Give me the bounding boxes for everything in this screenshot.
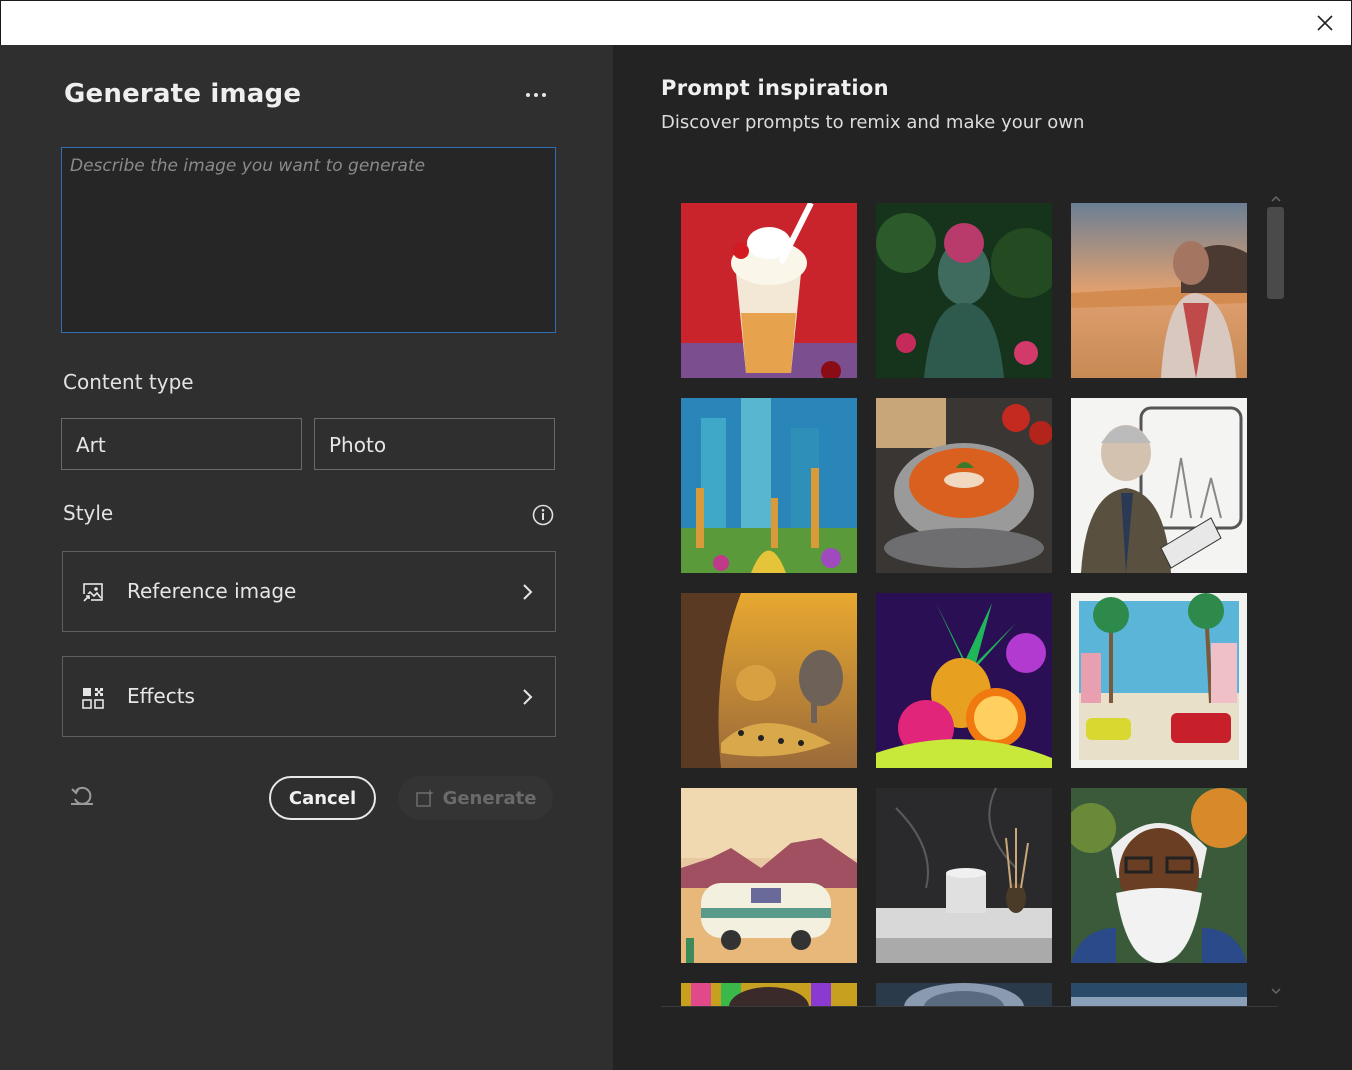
effects-icon — [81, 686, 105, 710]
inspiration-gallery — [681, 203, 1261, 1007]
generate-icon — [415, 789, 434, 807]
inspiration-tile-rainbow[interactable] — [681, 983, 857, 1007]
inspiration-tile-marble-vase[interactable] — [876, 788, 1052, 963]
inspiration-tile-sketch-man[interactable] — [1071, 398, 1247, 573]
panel-title: Generate image — [64, 79, 302, 109]
info-icon[interactable] — [532, 504, 554, 526]
inspiration-tile-giraffes-city[interactable] — [681, 398, 857, 573]
inspiration-tile-spiral[interactable] — [876, 983, 1052, 1007]
reference-image-label: Reference image — [127, 579, 297, 603]
inspiration-tile-desert-trailer[interactable] — [681, 788, 857, 963]
reset-icon[interactable] — [68, 782, 96, 810]
chevron-right-icon — [521, 581, 535, 603]
gallery-divider — [661, 1006, 1278, 1007]
inspiration-tile-blue-sky[interactable] — [1071, 983, 1247, 1007]
cancel-button[interactable]: Cancel — [269, 776, 376, 820]
dialog-titlebar — [0, 0, 1352, 46]
gallery-scrollbar[interactable] — [1263, 191, 1291, 1006]
effects-label: Effects — [127, 684, 195, 708]
inspiration-title: Prompt inspiration — [661, 76, 889, 100]
content-type-label: Content type — [63, 370, 194, 394]
scroll-up-icon[interactable] — [1270, 195, 1282, 203]
content-type-art-button[interactable]: Art — [61, 418, 302, 470]
chevron-right-icon — [521, 686, 535, 708]
generate-panel: Generate image Content type Art Photo St… — [0, 45, 613, 1070]
inspiration-tile-cheetah-elephant[interactable] — [681, 593, 857, 768]
scroll-down-icon[interactable] — [1270, 987, 1282, 995]
inspiration-panel: Prompt inspiration Discover prompts to r… — [613, 45, 1352, 1070]
generate-button[interactable]: Generate — [398, 776, 553, 820]
style-label: Style — [63, 501, 114, 525]
inspiration-tile-milkshake[interactable] — [681, 203, 857, 378]
inspiration-tile-tomato-soup[interactable] — [876, 398, 1052, 573]
inspiration-tile-jungle-statue[interactable] — [876, 203, 1052, 378]
content-type-photo-button[interactable]: Photo — [314, 418, 555, 470]
scrollbar-thumb[interactable] — [1267, 207, 1284, 299]
generate-label: Generate — [442, 787, 537, 809]
more-options-icon[interactable] — [522, 86, 550, 104]
image-icon — [81, 581, 105, 605]
inspiration-tile-palm-street[interactable] — [1071, 593, 1247, 768]
reference-image-row[interactable]: Reference image — [62, 551, 556, 632]
inspiration-tile-beach-woman[interactable] — [1071, 203, 1247, 378]
inspiration-tile-neon-fruits[interactable] — [876, 593, 1052, 768]
prompt-input[interactable] — [61, 147, 556, 333]
inspiration-subtitle: Discover prompts to remix and make your … — [661, 112, 1085, 133]
inspiration-tile-bearded-man[interactable] — [1071, 788, 1247, 963]
close-icon[interactable] — [1313, 11, 1337, 35]
effects-row[interactable]: Effects — [62, 656, 556, 737]
